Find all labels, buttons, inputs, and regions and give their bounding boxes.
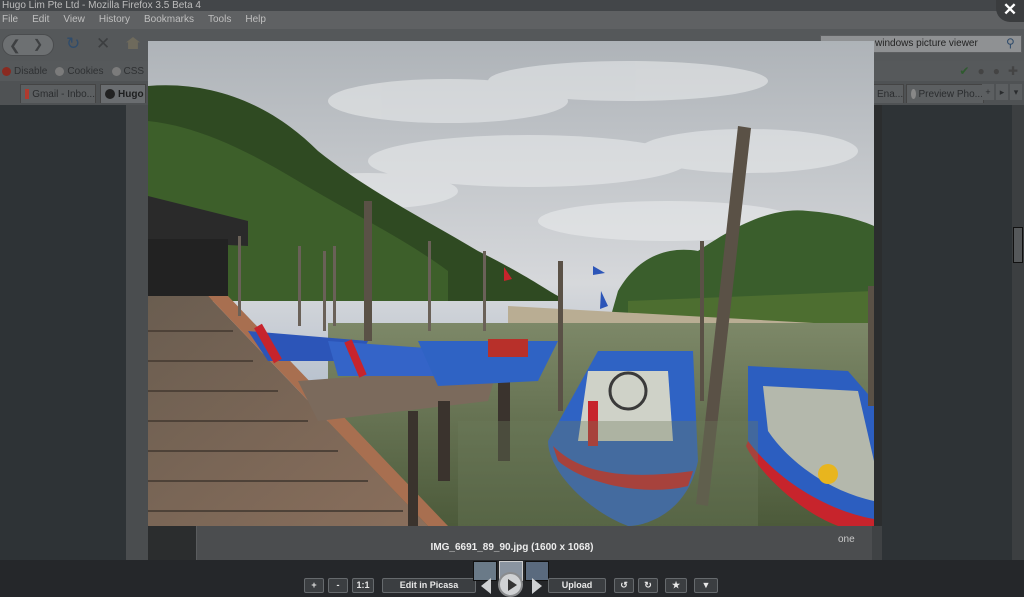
menu-file[interactable]: File [2, 11, 18, 29]
home-icon[interactable] [126, 37, 140, 49]
tab-list-icon[interactable]: ▾ [1010, 84, 1022, 100]
tab-gmail[interactable]: Gmail - Inbo... [20, 84, 96, 103]
tab-controls: + ▸ ▾ [982, 84, 1022, 100]
zoom-in-button[interactable]: + [304, 578, 324, 593]
zoom-out-button[interactable]: - [328, 578, 348, 593]
page-content-strip [126, 105, 148, 560]
rotate-left-button[interactable]: ↺ [614, 578, 634, 593]
menu-bar: File Edit View History Bookmarks Tools H… [0, 11, 1024, 29]
close-viewer-button[interactable]: ✕ [996, 0, 1024, 22]
disable-menu[interactable]: Disable [2, 66, 47, 77]
menu-history[interactable]: History [99, 11, 130, 29]
disable-icon [2, 66, 11, 76]
search-icon[interactable]: ⚲ [1006, 36, 1015, 50]
menu-help[interactable]: Help [245, 11, 266, 29]
forward-icon[interactable]: ❯ [33, 37, 43, 51]
slideshow-play-button[interactable] [498, 572, 523, 597]
upload-button[interactable]: Upload [548, 578, 606, 593]
page-right-panel [882, 105, 1012, 560]
tab-hugo[interactable]: Hugo [100, 84, 146, 103]
next-arrow-icon[interactable] [532, 578, 542, 594]
tab-plus-icon[interactable]: + [982, 84, 994, 100]
check-icon[interactable]: ✔ [959, 64, 969, 78]
reload-icon[interactable]: ↻ [66, 35, 80, 52]
tab-label: Gmail - Inbo... [32, 88, 95, 100]
rotate-right-button[interactable]: ↻ [638, 578, 658, 593]
tab-label: Hugo [118, 88, 144, 100]
page-left-panel [0, 105, 126, 560]
cookies-label: Cookies [67, 65, 104, 77]
cookies-icon [55, 66, 65, 76]
menu-view[interactable]: View [63, 11, 85, 29]
css-icon [111, 66, 121, 76]
menu-edit[interactable]: Edit [32, 11, 49, 29]
circle-icon-2[interactable]: ● [993, 64, 1000, 78]
tab-label: Ena... [877, 88, 904, 100]
back-icon[interactable]: ❮ [9, 37, 21, 54]
page-scrollbar[interactable] [1012, 105, 1024, 560]
css-label: CSS [123, 65, 145, 77]
tab-ena[interactable]: Ena... [872, 84, 904, 103]
window-title: Hugo Lim Pte Ltd - Mozilla Firefox 3.5 B… [0, 0, 1024, 11]
addon-status-icons: ✔ ● ● ✚ [959, 64, 1018, 78]
back-forward-buttons[interactable]: ❮ ❯ [2, 34, 54, 56]
star-button[interactable]: ★ [665, 578, 687, 593]
more-options-button[interactable]: ▼ [694, 578, 718, 593]
edit-in-picasa-button[interactable]: Edit in Picasa [382, 578, 476, 593]
harbor-boats-photo [148, 41, 874, 526]
photo-preview[interactable] [148, 41, 874, 526]
circle-icon[interactable]: ● [977, 64, 984, 78]
hugo-icon [105, 89, 115, 99]
tab-scroll-icon[interactable]: ▸ [996, 84, 1008, 100]
actual-size-button[interactable]: 1:1 [352, 578, 374, 593]
stop-icon[interactable]: ✕ [96, 35, 110, 52]
cookies-menu[interactable]: Cookies [55, 65, 104, 77]
tab-preview-photo[interactable]: Preview Pho... [906, 84, 984, 103]
menu-tools[interactable]: Tools [208, 11, 231, 29]
plus-icon[interactable]: ✚ [1008, 64, 1018, 78]
preview-icon [911, 89, 916, 99]
css-menu[interactable]: CSS [111, 65, 145, 77]
image-filename-caption: IMG_6691_89_90.jpg (1600 x 1068) [430, 542, 594, 553]
menu-bookmarks[interactable]: Bookmarks [144, 11, 194, 29]
tab-label: Preview Pho... [918, 88, 983, 100]
disable-label: Disable [14, 65, 48, 77]
gmail-icon [25, 89, 30, 99]
scrollbar-thumb[interactable] [1013, 227, 1023, 263]
previous-arrow-icon[interactable] [481, 578, 491, 594]
